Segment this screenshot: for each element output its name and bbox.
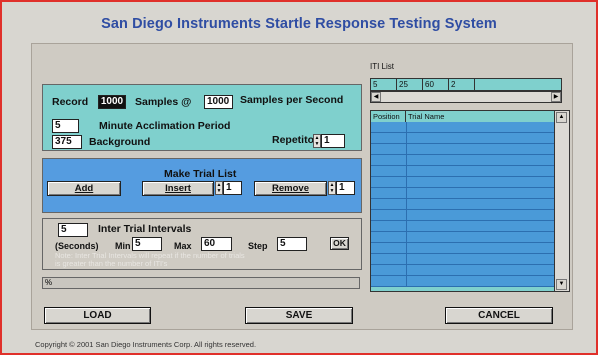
insert-position-input[interactable]: 1	[223, 181, 242, 195]
table-row[interactable]	[371, 122, 555, 133]
position-cell[interactable]	[371, 232, 407, 242]
repetitions-input[interactable]: 1	[321, 134, 345, 148]
table-row[interactable]	[371, 276, 555, 287]
table-row[interactable]	[371, 144, 555, 155]
position-cell[interactable]	[371, 144, 407, 154]
iti-list-label: ITI List	[370, 62, 395, 71]
window-frame: San Diego Instruments Startle Response T…	[0, 0, 598, 355]
load-button[interactable]: LOAD	[44, 307, 151, 324]
trial-list-panel: Make Trial List Add Insert ▲ ▼ 1 Remove ▲…	[42, 158, 362, 213]
repetitions-spinner[interactable]: ▲ ▼	[313, 134, 321, 148]
scroll-right-icon[interactable]: ▶	[551, 92, 561, 102]
min-label: Min	[115, 241, 131, 251]
position-cell[interactable]	[371, 210, 407, 220]
table-row[interactable]	[371, 243, 555, 254]
record-panel: Record 1000 Samples @ 1000 Samples per S…	[42, 84, 362, 151]
iti-note-line2: is greater than the number of ITI's	[55, 259, 168, 268]
app-title: San Diego Instruments Startle Response T…	[101, 16, 497, 32]
position-cell[interactable]	[371, 265, 407, 275]
samples-rate-input[interactable]: 1000	[204, 95, 233, 109]
acclimation-input[interactable]: 5	[52, 119, 79, 133]
seconds-label: (Seconds)	[55, 241, 99, 251]
scroll-down-icon[interactable]: ▼	[556, 279, 567, 290]
position-cell[interactable]	[371, 177, 407, 187]
iti-list-item[interactable]: 25	[397, 79, 423, 90]
progress-label: %	[45, 278, 53, 287]
table-row[interactable]	[371, 177, 555, 188]
iti-list-item[interactable]: 2	[449, 79, 475, 90]
add-button-label: Add	[74, 183, 94, 194]
table-row[interactable]	[371, 155, 555, 166]
record-label: Record	[52, 96, 89, 108]
insert-button[interactable]: Insert	[142, 181, 214, 196]
position-cell[interactable]	[371, 276, 407, 286]
position-cell[interactable]	[371, 221, 407, 231]
copyright-text: Copyright © 2001 San Diego Instruments C…	[35, 340, 257, 349]
insert-button-label: Insert	[165, 183, 191, 194]
position-cell[interactable]	[371, 243, 407, 253]
save-button[interactable]: SAVE	[245, 307, 353, 324]
table-row[interactable]	[371, 133, 555, 144]
trial-name-column-header: Trial Name	[408, 112, 445, 121]
scroll-up-icon[interactable]: ▲	[556, 112, 567, 123]
position-cell[interactable]	[371, 188, 407, 198]
background-input[interactable]: 375	[52, 135, 82, 149]
table-row[interactable]	[371, 232, 555, 243]
position-cell[interactable]	[371, 155, 407, 165]
position-cell[interactable]	[371, 254, 407, 264]
max-label: Max	[174, 241, 192, 251]
position-cell[interactable]	[371, 122, 407, 132]
ok-button[interactable]: OK	[330, 237, 349, 250]
background-label: Background	[89, 136, 151, 148]
position-cell[interactable]	[371, 133, 407, 143]
remove-spinner[interactable]: ▲ ▼	[328, 181, 336, 195]
iti-list-scrollbar[interactable]: ◀ ▶	[370, 91, 562, 103]
iti-panel: 5 Inter Trial Intervals (Seconds) Min 5 …	[42, 218, 362, 270]
iti-list-item[interactable]: 60	[423, 79, 449, 90]
table-row[interactable]	[371, 166, 555, 177]
samples-per-second-label: Samples per Second	[240, 94, 344, 106]
progress-bar: %	[42, 277, 360, 289]
iti-list[interactable]: 5 25 60 2	[370, 78, 562, 91]
acclimation-label: Minute Acclimation Period	[99, 120, 231, 132]
position-cell[interactable]	[371, 199, 407, 209]
table-row[interactable]	[371, 188, 555, 199]
min-input[interactable]: 5	[132, 237, 162, 251]
trial-table-scrollbar[interactable]: ▲ ▼	[554, 111, 569, 291]
max-input[interactable]: 60	[201, 237, 232, 251]
table-row[interactable]	[371, 265, 555, 276]
trial-table[interactable]: Position Trial Name ▲ ▼	[370, 110, 570, 292]
step-label: Step	[248, 241, 268, 251]
add-button[interactable]: Add	[47, 181, 121, 196]
iti-list-item[interactable]: 5	[371, 79, 397, 90]
table-row[interactable]	[371, 210, 555, 221]
iti-count-input[interactable]: 5	[58, 223, 88, 237]
samples-at-label: Samples @	[135, 96, 192, 108]
remove-button-label: Remove	[272, 183, 309, 194]
table-row[interactable]	[371, 199, 555, 210]
cancel-button[interactable]: CANCEL	[445, 307, 553, 324]
position-cell[interactable]	[371, 166, 407, 176]
position-column-header: Position	[371, 111, 406, 122]
scroll-left-icon[interactable]: ◀	[371, 92, 381, 102]
iti-title: Inter Trial Intervals	[98, 223, 192, 235]
step-input[interactable]: 5	[277, 237, 307, 251]
record-input[interactable]: 1000	[98, 95, 126, 109]
remove-position-input[interactable]: 1	[336, 181, 355, 195]
trial-list-title: Make Trial List	[164, 168, 237, 180]
table-row[interactable]	[371, 254, 555, 265]
table-row[interactable]	[371, 221, 555, 232]
remove-button[interactable]: Remove	[254, 181, 327, 196]
insert-spinner[interactable]: ▲ ▼	[215, 181, 223, 195]
